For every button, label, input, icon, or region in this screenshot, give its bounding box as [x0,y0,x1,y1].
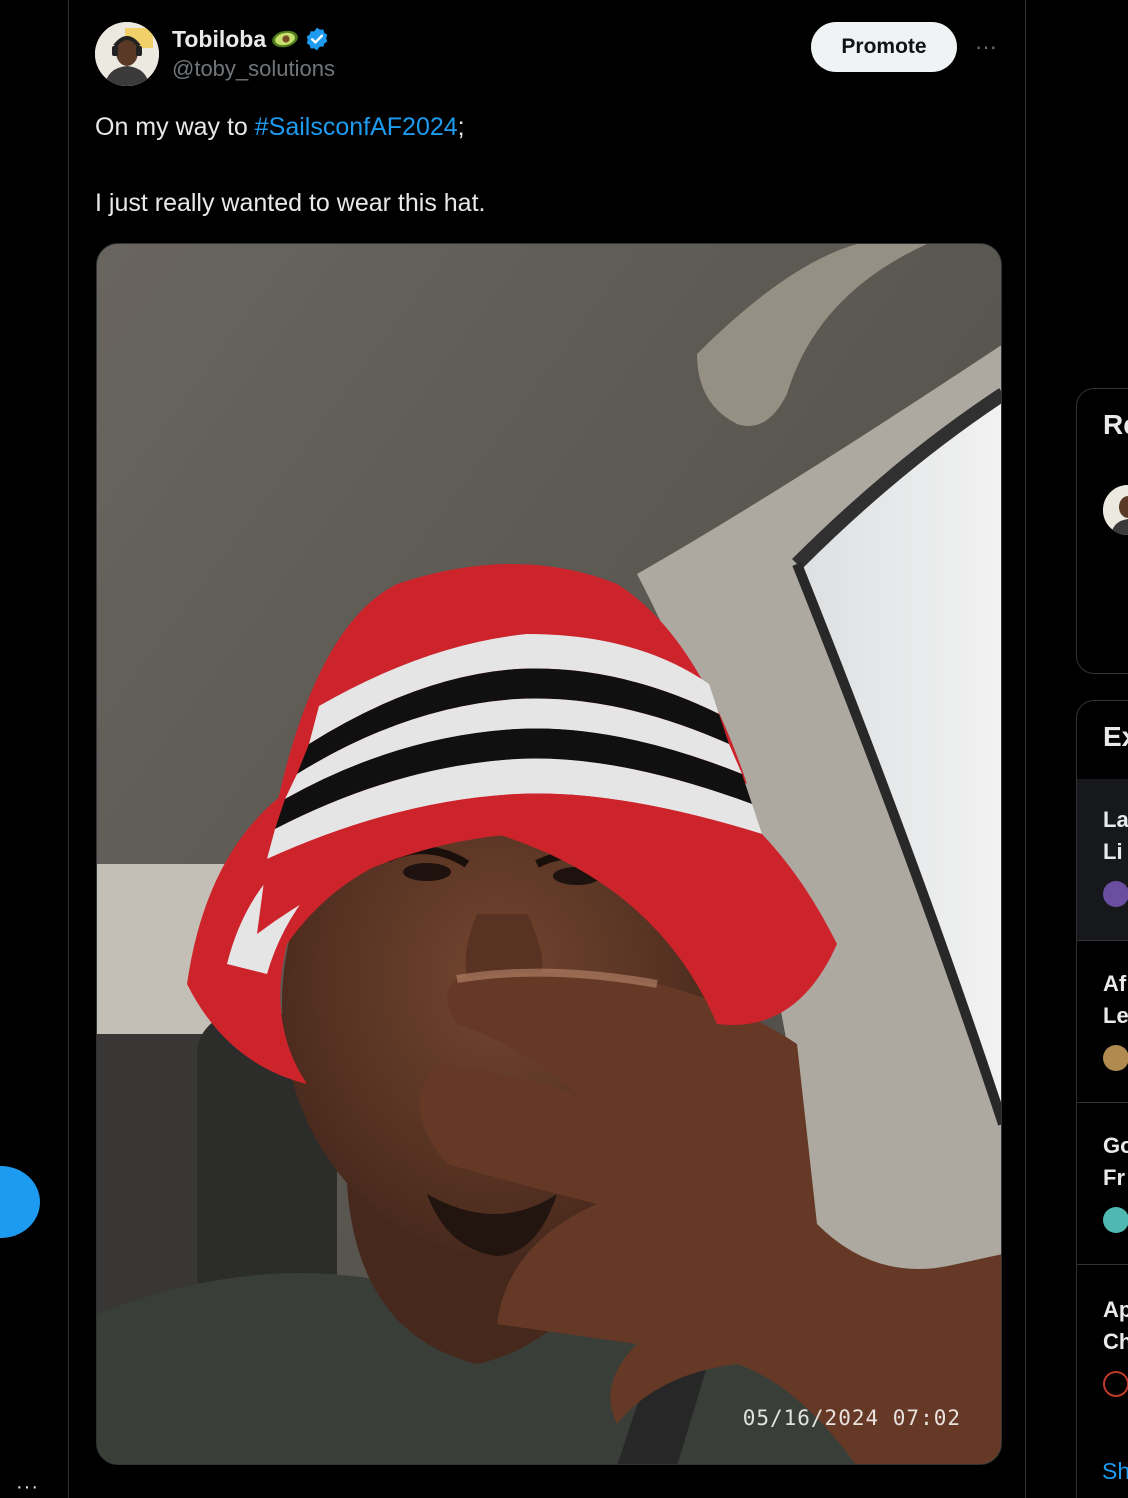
photo-timestamp: 05/16/2024 07:02 [742,1406,961,1430]
show-more-link[interactable]: Sh [1102,1458,1128,1485]
promote-button[interactable]: Promote [811,22,957,72]
trend-line-2: Le [1103,1003,1128,1028]
relevant-people-card: Re [1076,388,1128,674]
trend-line-1: Go [1103,1133,1128,1158]
tweet-column: Tobiloba @toby_solutions Promote ··· On … [68,0,1026,1498]
trend-avatar-icon [1103,1207,1128,1233]
trend-item[interactable]: La Li [1077,779,1128,941]
trend-line-2: Ch [1103,1329,1128,1354]
trend-line-1: La [1103,807,1128,832]
trend-item[interactable]: Go Fr [1077,1103,1128,1265]
hashtag-link[interactable]: #SailsconfAF2024 [255,113,458,141]
trend-item[interactable]: Af Le [1077,941,1128,1103]
handle[interactable]: @toby_solutions [172,56,335,82]
page: ··· Tobiloba @toby_solutions Promote ···… [0,0,1128,1498]
relevant-people-title: Re [1103,409,1128,440]
selfie-photo-illustration [97,244,1001,1464]
name-block: Tobiloba @toby_solutions [172,24,335,82]
display-name[interactable]: Tobiloba [172,26,266,53]
trend-line-2: Li [1103,839,1123,864]
text-prefix: On my way to [95,113,255,141]
trend-item[interactable]: Ap Ch [1077,1267,1128,1429]
post-button[interactable] [0,1166,40,1238]
text-suffix: ; [457,113,465,141]
trend-avatar-icon [1103,881,1128,907]
trend-line-2: Fr [1103,1165,1125,1190]
tweet-photo[interactable]: 05/16/2024 07:02 [96,243,1002,1465]
explore-title: Ex [1103,721,1128,752]
relevant-person-avatar[interactable] [1103,485,1128,535]
explore-card: Ex La Li Af Le Go Fr Ap Ch [1076,700,1128,1498]
more-options-icon[interactable]: ··· [16,1477,39,1497]
verified-badge-icon[interactable] [304,26,330,52]
tweet-text-line-2: I just really wanted to wear this hat. [95,189,486,217]
avocado-icon [270,29,300,49]
trend-line-1: Ap [1103,1297,1128,1322]
tweet-text: On my way to #SailsconfAF2024; I just re… [95,108,995,222]
more-icon[interactable]: ··· [971,32,1001,62]
trend-avatar-icon [1103,1045,1128,1071]
tweet-text-line-1: On my way to #SailsconfAF2024; [95,108,995,146]
tweet-header: Tobiloba @toby_solutions Promote ··· [95,22,1001,86]
avatar[interactable] [95,22,159,86]
clock-icon [1103,1371,1128,1397]
trend-line-1: Af [1103,971,1127,996]
